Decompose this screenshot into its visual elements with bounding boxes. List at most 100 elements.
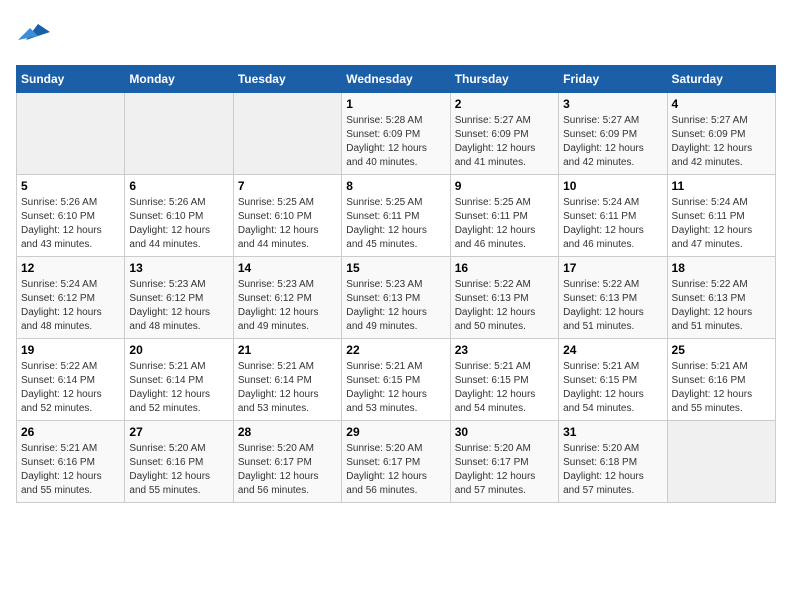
calendar-cell: 9 Sunrise: 5:25 AM Sunset: 6:11 PM Daylig… <box>450 175 558 257</box>
calendar-cell: 12 Sunrise: 5:24 AM Sunset: 6:12 PM Dayli… <box>17 257 125 339</box>
day-info: Sunrise: 5:20 AM Sunset: 6:17 PM Dayligh… <box>346 442 445 498</box>
day-info: Sunrise: 5:21 AM Sunset: 6:15 PM Dayligh… <box>455 360 554 416</box>
day-info: Sunrise: 5:27 AM Sunset: 6:09 PM Dayligh… <box>563 114 662 170</box>
day-info: Sunrise: 5:21 AM Sunset: 6:15 PM Dayligh… <box>346 360 445 416</box>
day-info: Sunrise: 5:20 AM Sunset: 6:16 PM Dayligh… <box>129 442 228 498</box>
day-number: 15 <box>346 261 445 275</box>
calendar-cell: 18 Sunrise: 5:22 AM Sunset: 6:13 PM Dayli… <box>667 257 775 339</box>
logo <box>16 16 50 53</box>
calendar-week-2: 5 Sunrise: 5:26 AM Sunset: 6:10 PM Daylig… <box>17 175 776 257</box>
calendar-cell: 3 Sunrise: 5:27 AM Sunset: 6:09 PM Daylig… <box>559 93 667 175</box>
day-info: Sunrise: 5:25 AM Sunset: 6:11 PM Dayligh… <box>455 196 554 252</box>
day-number: 12 <box>21 261 120 275</box>
day-number: 7 <box>238 179 337 193</box>
day-number: 11 <box>672 179 771 193</box>
day-info: Sunrise: 5:25 AM Sunset: 6:10 PM Dayligh… <box>238 196 337 252</box>
calendar-cell <box>667 421 775 503</box>
day-number: 4 <box>672 97 771 111</box>
day-info: Sunrise: 5:20 AM Sunset: 6:17 PM Dayligh… <box>238 442 337 498</box>
day-number: 16 <box>455 261 554 275</box>
calendar-cell: 17 Sunrise: 5:22 AM Sunset: 6:13 PM Dayli… <box>559 257 667 339</box>
calendar-cell: 16 Sunrise: 5:22 AM Sunset: 6:13 PM Dayli… <box>450 257 558 339</box>
calendar-week-4: 19Sunrise: 5:22 AM Sunset: 6:14 PM Dayli… <box>17 339 776 421</box>
weekday-header-thursday: Thursday <box>450 66 558 93</box>
calendar-cell: 22 Sunrise: 5:21 AM Sunset: 6:15 PM Dayli… <box>342 339 450 421</box>
weekday-header-sunday: Sunday <box>17 66 125 93</box>
day-info: Sunrise: 5:20 AM Sunset: 6:17 PM Dayligh… <box>455 442 554 498</box>
day-number: 1 <box>346 97 445 111</box>
day-info: Sunrise: 5:21 AM Sunset: 6:16 PM Dayligh… <box>21 442 120 498</box>
day-info: Sunrise: 5:24 AM Sunset: 6:12 PM Dayligh… <box>21 278 120 334</box>
day-number: 10 <box>563 179 662 193</box>
page-header <box>16 16 776 53</box>
day-info: Sunrise: 5:20 AM Sunset: 6:18 PM Dayligh… <box>563 442 662 498</box>
day-info: Sunrise: 5:21 AM Sunset: 6:14 PM Dayligh… <box>238 360 337 416</box>
day-info: Sunrise: 5:23 AM Sunset: 6:12 PM Dayligh… <box>129 278 228 334</box>
day-number: 26 <box>21 425 120 439</box>
calendar-cell: 6 Sunrise: 5:26 AM Sunset: 6:10 PM Daylig… <box>125 175 233 257</box>
weekday-header-friday: Friday <box>559 66 667 93</box>
day-info: Sunrise: 5:21 AM Sunset: 6:15 PM Dayligh… <box>563 360 662 416</box>
calendar-cell: 8 Sunrise: 5:25 AM Sunset: 6:11 PM Daylig… <box>342 175 450 257</box>
day-info: Sunrise: 5:22 AM Sunset: 6:13 PM Dayligh… <box>455 278 554 334</box>
day-number: 13 <box>129 261 228 275</box>
calendar-cell: 29 Sunrise: 5:20 AM Sunset: 6:17 PM Dayli… <box>342 421 450 503</box>
day-info: Sunrise: 5:25 AM Sunset: 6:11 PM Dayligh… <box>346 196 445 252</box>
calendar-cell: 27 Sunrise: 5:20 AM Sunset: 6:16 PM Dayli… <box>125 421 233 503</box>
weekday-header-wednesday: Wednesday <box>342 66 450 93</box>
day-number: 30 <box>455 425 554 439</box>
calendar-cell <box>233 93 341 175</box>
day-info: Sunrise: 5:21 AM Sunset: 6:16 PM Dayligh… <box>672 360 771 416</box>
day-info: Sunrise: 5:22 AM Sunset: 6:13 PM Dayligh… <box>672 278 771 334</box>
calendar-cell: 20 Sunrise: 5:21 AM Sunset: 6:14 PM Dayli… <box>125 339 233 421</box>
calendar-cell: 31Sunrise: 5:20 AM Sunset: 6:18 PM Dayli… <box>559 421 667 503</box>
logo-icon <box>18 16 50 48</box>
calendar-cell: 2Sunrise: 5:27 AM Sunset: 6:09 PM Daylig… <box>450 93 558 175</box>
day-info: Sunrise: 5:27 AM Sunset: 6:09 PM Dayligh… <box>455 114 554 170</box>
calendar-cell: 11 Sunrise: 5:24 AM Sunset: 6:11 PM Dayli… <box>667 175 775 257</box>
calendar-cell: 26 Sunrise: 5:21 AM Sunset: 6:16 PM Dayli… <box>17 421 125 503</box>
day-number: 21 <box>238 343 337 357</box>
day-number: 23 <box>455 343 554 357</box>
day-number: 18 <box>672 261 771 275</box>
calendar-cell: 10 Sunrise: 5:24 AM Sunset: 6:11 PM Dayli… <box>559 175 667 257</box>
day-number: 3 <box>563 97 662 111</box>
day-number: 22 <box>346 343 445 357</box>
calendar-cell <box>17 93 125 175</box>
calendar-cell: 23 Sunrise: 5:21 AM Sunset: 6:15 PM Dayli… <box>450 339 558 421</box>
calendar-cell: 4 Sunrise: 5:27 AM Sunset: 6:09 PM Daylig… <box>667 93 775 175</box>
day-number: 5 <box>21 179 120 193</box>
calendar-cell: 7 Sunrise: 5:25 AM Sunset: 6:10 PM Daylig… <box>233 175 341 257</box>
day-info: Sunrise: 5:21 AM Sunset: 6:14 PM Dayligh… <box>129 360 228 416</box>
day-info: Sunrise: 5:23 AM Sunset: 6:13 PM Dayligh… <box>346 278 445 334</box>
calendar-table: SundayMondayTuesdayWednesdayThursdayFrid… <box>16 65 776 503</box>
day-number: 27 <box>129 425 228 439</box>
day-number: 9 <box>455 179 554 193</box>
day-info: Sunrise: 5:26 AM Sunset: 6:10 PM Dayligh… <box>21 196 120 252</box>
weekday-header-monday: Monday <box>125 66 233 93</box>
calendar-cell: 1 Sunrise: 5:28 AM Sunset: 6:09 PM Daylig… <box>342 93 450 175</box>
calendar-cell: 15 Sunrise: 5:23 AM Sunset: 6:13 PM Dayli… <box>342 257 450 339</box>
day-info: Sunrise: 5:27 AM Sunset: 6:09 PM Dayligh… <box>672 114 771 170</box>
day-info: Sunrise: 5:24 AM Sunset: 6:11 PM Dayligh… <box>563 196 662 252</box>
day-number: 24 <box>563 343 662 357</box>
day-info: Sunrise: 5:28 AM Sunset: 6:09 PM Dayligh… <box>346 114 445 170</box>
calendar-cell: 13 Sunrise: 5:23 AM Sunset: 6:12 PM Dayli… <box>125 257 233 339</box>
calendar-week-5: 26 Sunrise: 5:21 AM Sunset: 6:16 PM Dayli… <box>17 421 776 503</box>
day-number: 8 <box>346 179 445 193</box>
calendar-week-3: 12 Sunrise: 5:24 AM Sunset: 6:12 PM Dayli… <box>17 257 776 339</box>
day-info: Sunrise: 5:24 AM Sunset: 6:11 PM Dayligh… <box>672 196 771 252</box>
day-info: Sunrise: 5:22 AM Sunset: 6:13 PM Dayligh… <box>563 278 662 334</box>
day-info: Sunrise: 5:26 AM Sunset: 6:10 PM Dayligh… <box>129 196 228 252</box>
day-number: 25 <box>672 343 771 357</box>
day-number: 17 <box>563 261 662 275</box>
calendar-cell: 28Sunrise: 5:20 AM Sunset: 6:17 PM Dayli… <box>233 421 341 503</box>
day-number: 29 <box>346 425 445 439</box>
day-number: 6 <box>129 179 228 193</box>
calendar-header-row: SundayMondayTuesdayWednesdayThursdayFrid… <box>17 66 776 93</box>
calendar-cell: 5 Sunrise: 5:26 AM Sunset: 6:10 PM Daylig… <box>17 175 125 257</box>
day-number: 20 <box>129 343 228 357</box>
day-info: Sunrise: 5:23 AM Sunset: 6:12 PM Dayligh… <box>238 278 337 334</box>
calendar-cell: 24 Sunrise: 5:21 AM Sunset: 6:15 PM Dayli… <box>559 339 667 421</box>
day-info: Sunrise: 5:22 AM Sunset: 6:14 PM Dayligh… <box>21 360 120 416</box>
